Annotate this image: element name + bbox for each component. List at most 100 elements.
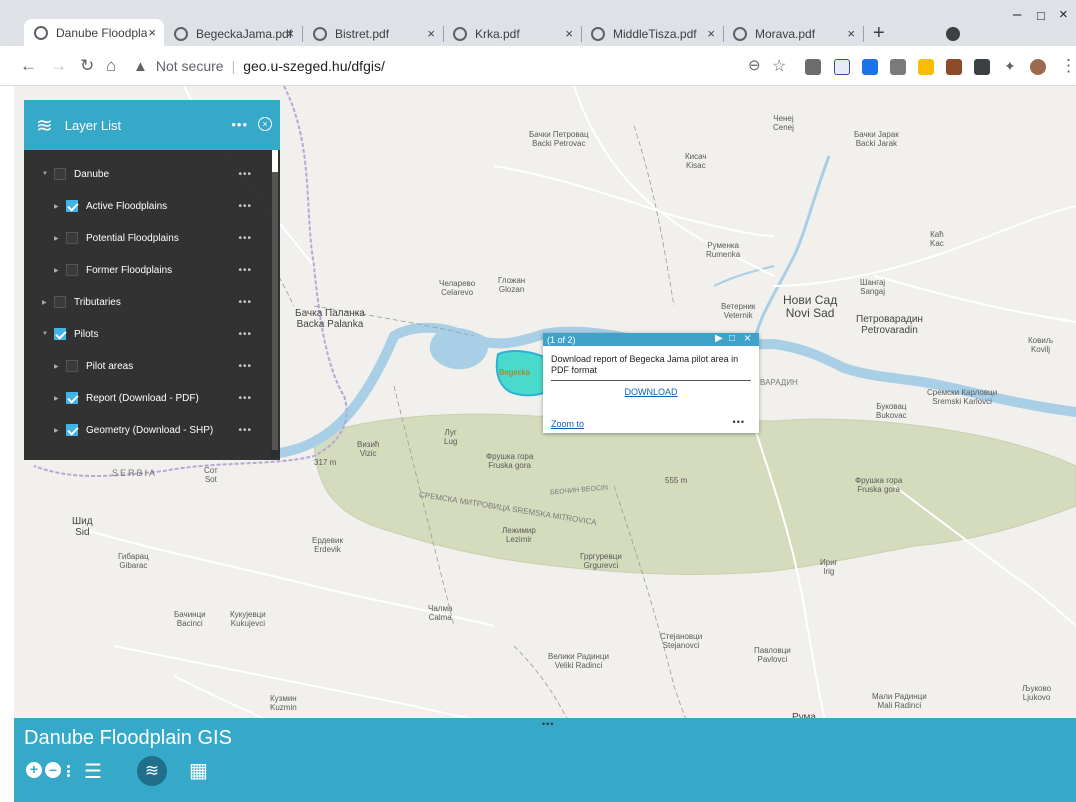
- collapse-arrow-icon[interactable]: ▼: [42, 331, 50, 337]
- layer-checkbox[interactable]: [66, 424, 78, 436]
- tab-morava[interactable]: Morava.pdf ×: [723, 21, 863, 46]
- forward-arrow-icon[interactable]: →: [50, 56, 67, 76]
- next-feature-icon[interactable]: ▶: [715, 333, 723, 344]
- layer-more-icon[interactable]: •••: [238, 329, 252, 340]
- layer-item-potential-floodplains[interactable]: ▶ Potential Floodplains •••: [24, 228, 268, 248]
- zoom-in-button[interactable]: +: [26, 762, 42, 778]
- place-label-text: Петроварадин Petrovaradin: [856, 314, 923, 336]
- globe-icon: [591, 26, 605, 41]
- extension-icon[interactable]: [974, 59, 990, 75]
- layer-more-icon[interactable]: •••: [238, 297, 252, 308]
- place-label: Ириг Irig: [820, 558, 838, 576]
- zoom-out-button[interactable]: –: [45, 762, 61, 778]
- list-icon[interactable]: ☰: [84, 759, 102, 784]
- layer-more-icon[interactable]: •••: [238, 265, 252, 276]
- layer-checkbox[interactable]: [66, 360, 78, 372]
- expand-arrow-icon[interactable]: ▶: [54, 427, 62, 434]
- place-label-major: Нови Сад Novi Sad: [783, 294, 837, 320]
- download-link[interactable]: DOWNLOAD: [543, 387, 759, 397]
- back-arrow-icon[interactable]: ←: [20, 56, 37, 76]
- tab-close-icon[interactable]: ×: [565, 26, 573, 41]
- panel-handle[interactable]: •••: [542, 719, 554, 729]
- expand-arrow-icon[interactable]: ▶: [54, 235, 62, 242]
- expand-arrow-icon[interactable]: ▶: [54, 203, 62, 210]
- tab-begeckajama[interactable]: BegeckaJama.pdf ×: [164, 21, 302, 46]
- browser-toolbar: ← → ↻ ⌂ ▲ Not secure | geo.u-szeged.hu/d…: [0, 46, 1076, 86]
- grid-icon[interactable]: ▦: [189, 758, 208, 783]
- layer-more-icon[interactable]: •••: [238, 169, 252, 180]
- layer-item-former-floodplains[interactable]: ▶ Former Floodplains •••: [24, 260, 268, 280]
- layer-more-icon[interactable]: •••: [238, 233, 252, 244]
- maximize-button[interactable]: □: [1037, 8, 1045, 23]
- menu-kebab-icon[interactable]: ⋮: [1060, 56, 1076, 76]
- tab-close-icon[interactable]: ×: [427, 26, 435, 41]
- tab-bistret[interactable]: Bistret.pdf ×: [303, 21, 443, 46]
- puzzle-icon[interactable]: ✦: [1004, 58, 1016, 75]
- panel-close-button[interactable]: ×: [258, 117, 272, 131]
- tab-close-icon[interactable]: ×: [847, 26, 855, 41]
- expand-arrow-icon[interactable]: ▶: [54, 395, 62, 402]
- place-label-text: Лежимир Lezimir: [502, 526, 536, 544]
- tab-middletisza[interactable]: MiddleTisza.pdf ×: [581, 21, 723, 46]
- layer-item-report-pdf[interactable]: ▶ Report (Download - PDF) •••: [24, 388, 268, 408]
- warning-icon[interactable]: ▲: [133, 58, 148, 75]
- drive-icon[interactable]: [918, 59, 934, 75]
- tab-search-icon[interactable]: [946, 27, 960, 41]
- tab-close-icon[interactable]: ×: [286, 26, 294, 41]
- tab-danube-floodplain[interactable]: Danube Floodpla ×: [24, 19, 164, 46]
- extension-icon[interactable]: [862, 59, 878, 75]
- layer-item-geometry-shp[interactable]: ▶ Geometry (Download - SHP) •••: [24, 420, 268, 440]
- tab-title: Morava.pdf: [755, 26, 816, 41]
- place-label-text: Ердевик Erdevik: [312, 536, 343, 554]
- layers-button[interactable]: ≋: [137, 756, 167, 786]
- collapse-arrow-icon[interactable]: ▼: [42, 171, 50, 177]
- extension-icon[interactable]: [946, 59, 962, 75]
- expand-arrow-icon[interactable]: ▶: [42, 299, 50, 306]
- layer-checkbox[interactable]: [54, 296, 66, 308]
- layer-checkbox[interactable]: [54, 328, 66, 340]
- bookmark-star-icon[interactable]: ☆: [772, 56, 786, 76]
- layer-checkbox[interactable]: [66, 392, 78, 404]
- layer-list-scrollbar[interactable]: [272, 150, 278, 450]
- avatar[interactable]: [1030, 59, 1046, 75]
- place-label: Стејановци Stejanovci: [660, 632, 702, 650]
- layer-more-icon[interactable]: •••: [238, 393, 252, 404]
- tab-krka[interactable]: Krka.pdf ×: [443, 21, 581, 46]
- panel-more-button[interactable]: •••: [231, 117, 248, 132]
- layer-item-danube[interactable]: ▼ Danube •••: [24, 164, 268, 184]
- layer-item-active-floodplains[interactable]: ▶ Active Floodplains •••: [24, 196, 268, 216]
- expand-arrow-icon[interactable]: ▶: [54, 363, 62, 370]
- layer-checkbox[interactable]: [54, 168, 66, 180]
- zoom-icon[interactable]: ⊖: [748, 56, 761, 74]
- new-tab-button[interactable]: +: [873, 22, 885, 45]
- scrollbar-thumb[interactable]: [272, 150, 278, 172]
- layer-more-icon[interactable]: •••: [238, 201, 252, 212]
- popup-more-button[interactable]: •••: [733, 417, 745, 427]
- layer-item-tributaries[interactable]: ▶ Tributaries •••: [24, 292, 268, 312]
- extension-icon[interactable]: [805, 59, 821, 75]
- minimize-button[interactable]: –: [1013, 6, 1021, 23]
- layer-checkbox[interactable]: [66, 200, 78, 212]
- home-icon[interactable]: ⌂: [106, 56, 116, 76]
- window-close-button[interactable]: ×: [1059, 6, 1068, 23]
- layer-checkbox[interactable]: [66, 264, 78, 276]
- place-label-text: ВАРАДИН: [760, 378, 798, 387]
- layer-item-pilots[interactable]: ▼ Pilots •••: [24, 324, 268, 344]
- zoom-to-link[interactable]: Zoom to: [551, 419, 584, 429]
- extension-icon[interactable]: [890, 59, 906, 75]
- layer-item-pilot-areas[interactable]: ▶ Pilot areas •••: [24, 356, 268, 376]
- expand-arrow-icon[interactable]: ▶: [54, 267, 62, 274]
- reload-icon[interactable]: ↻: [80, 56, 94, 76]
- tab-close-icon[interactable]: ×: [148, 25, 156, 40]
- url-text[interactable]: geo.u-szeged.hu/dfgis/: [243, 58, 385, 74]
- close-popup-icon[interactable]: ×: [744, 331, 751, 345]
- maximize-popup-icon[interactable]: □: [729, 333, 735, 344]
- layer-more-icon[interactable]: •••: [238, 361, 252, 372]
- layer-more-icon[interactable]: •••: [238, 425, 252, 436]
- tab-close-icon[interactable]: ×: [707, 26, 715, 41]
- layer-checkbox[interactable]: [66, 232, 78, 244]
- address-bar[interactable]: ▲ Not secure | geo.u-szeged.hu/dfgis/: [133, 51, 793, 81]
- place-label-text: Руменка Rumenka: [706, 241, 741, 259]
- globe-icon: [453, 26, 467, 41]
- extension-icon[interactable]: [834, 59, 850, 75]
